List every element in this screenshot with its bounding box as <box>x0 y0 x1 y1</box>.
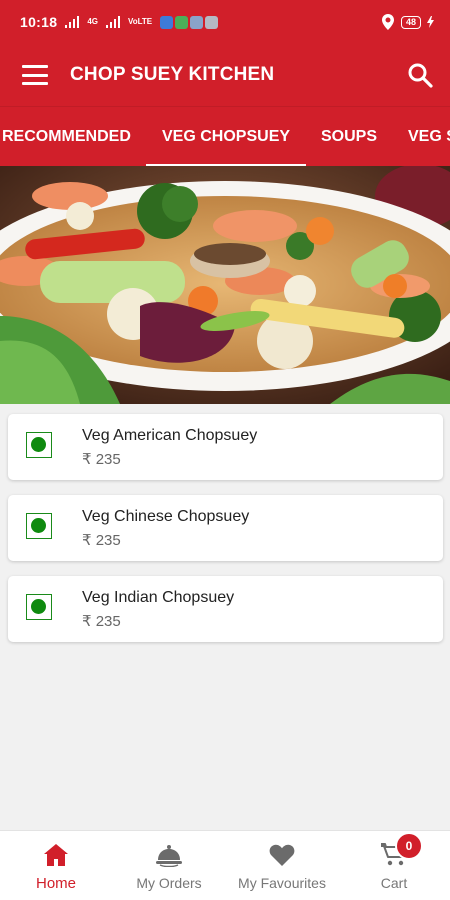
network-label: 4G <box>87 17 98 26</box>
menu-item-card[interactable]: Veg Indian Chopsuey ₹ 235 <box>8 576 443 642</box>
signal-icon-2 <box>105 16 120 28</box>
gallery-app-icon <box>205 15 219 29</box>
status-left: 10:18 4G VoLTE <box>20 14 220 30</box>
nav-my-favourites[interactable]: My Favourites <box>226 831 338 900</box>
status-right: 48 <box>381 14 434 30</box>
nav-home-label: Home <box>35 875 76 892</box>
photos-app-icon <box>190 15 204 29</box>
nav-home[interactable]: Home <box>0 831 112 900</box>
cloche-icon <box>156 845 182 867</box>
item-price: ₹ 235 <box>82 532 121 549</box>
nav-my-orders[interactable]: My Orders <box>113 831 225 900</box>
page-title: CHOP SUEY KITCHEN <box>70 64 275 85</box>
status-time: 10:18 <box>20 14 58 30</box>
menu-item-card[interactable]: Veg Chinese Chopsuey ₹ 235 <box>8 495 443 561</box>
home-icon <box>44 844 68 866</box>
item-price: ₹ 235 <box>82 613 121 630</box>
messages-app-icon <box>175 15 189 29</box>
menu-item-card[interactable]: Veg American Chopsuey ₹ 235 <box>8 414 443 480</box>
menu-icon[interactable] <box>22 65 48 85</box>
item-price: ₹ 235 <box>82 451 121 468</box>
battery-level: 48 <box>400 15 421 29</box>
nav-cart[interactable]: 0 Cart <box>338 831 450 900</box>
tab-veg-s[interactable]: VEG S <box>408 107 450 167</box>
cart-icon-wrap: 0 <box>380 832 423 867</box>
veg-indicator-icon <box>26 432 52 458</box>
heart-icon <box>269 844 295 866</box>
veg-indicator-icon <box>26 513 52 539</box>
nav-my-orders-label: My Orders <box>136 875 202 891</box>
nav-cart-label: Cart <box>380 875 408 891</box>
menu-item-list: Veg American Chopsuey ₹ 235 Veg Chinese … <box>8 414 443 657</box>
cart-count-badge: 0 <box>395 832 423 860</box>
nav-my-favourites-label: My Favourites <box>238 875 326 891</box>
bluetooth-app-icon <box>160 15 174 29</box>
item-name: Veg American Chopsuey <box>82 427 258 444</box>
status-bar: 10:18 4G VoLTE 48 <box>0 0 450 44</box>
volte-label: VoLTE <box>127 17 153 26</box>
item-name: Veg Chinese Chopsuey <box>82 508 250 525</box>
signal-icon <box>65 16 80 28</box>
veg-indicator-icon <box>26 594 52 620</box>
category-tabs: RECOMMENDED VEG CHOPSUEY SOUPS VEG S <box>0 106 450 167</box>
notification-icons <box>160 15 220 29</box>
item-name: Veg Indian Chopsuey <box>82 589 235 606</box>
tab-veg-chopsuey[interactable]: VEG CHOPSUEY <box>146 107 307 167</box>
search-icon[interactable] <box>406 61 434 89</box>
food-illustration <box>0 166 450 404</box>
location-icon <box>381 14 394 30</box>
tab-recommended[interactable]: RECOMMENDED <box>2 107 131 167</box>
category-banner-image <box>0 166 450 404</box>
tab-soups[interactable]: SOUPS <box>321 107 377 167</box>
bottom-navigation: Home My Orders My Favourites 0 Cart <box>0 830 450 900</box>
app-root: 10:18 4G VoLTE 48 CHOP SUEY KITCHEN RECO… <box>0 0 450 900</box>
charging-icon <box>427 16 434 28</box>
app-bar: CHOP SUEY KITCHEN <box>0 44 450 106</box>
